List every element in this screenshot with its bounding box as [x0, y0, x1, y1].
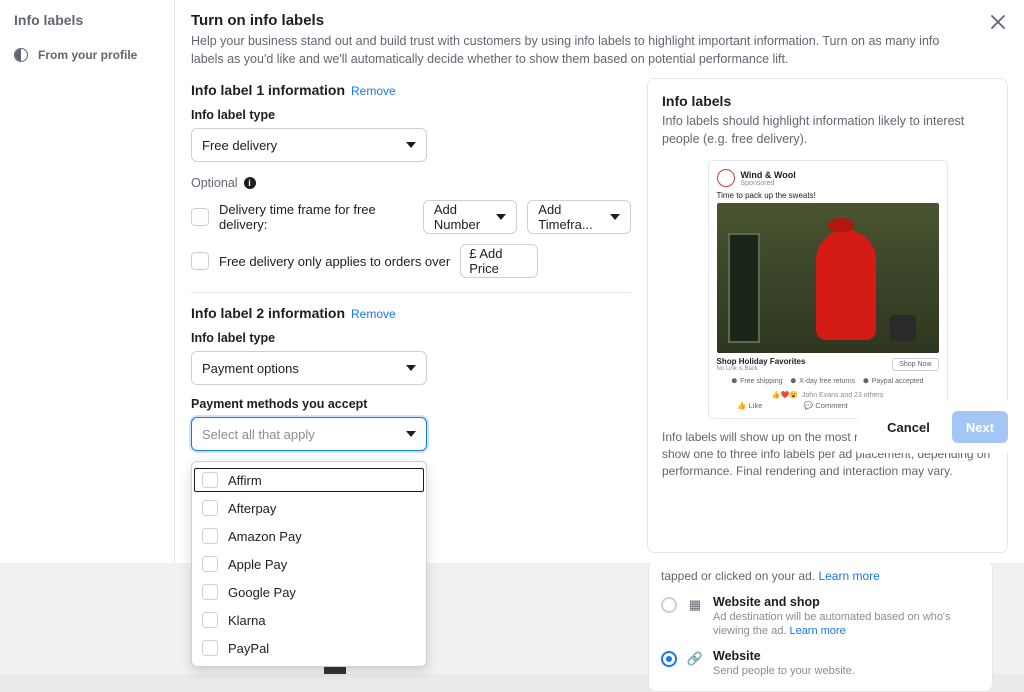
checkbox[interactable]: [202, 556, 218, 572]
modal-description: Help your business stand out and build t…: [191, 33, 971, 68]
payment-option-amazon-pay[interactable]: Amazon Pay: [192, 522, 426, 550]
chevron-down-icon: [406, 431, 416, 437]
checkbox[interactable]: [202, 528, 218, 544]
add-number-select[interactable]: Add Number: [423, 200, 517, 234]
remove-section-1[interactable]: Remove: [351, 84, 396, 98]
payment-option-klarna[interactable]: Klarna: [192, 606, 426, 634]
info-label-type-2-select[interactable]: Payment options: [191, 351, 427, 385]
next-button[interactable]: Next: [952, 411, 1008, 443]
ad-preview-card: Wind & Wool Sponsored Time to pack up th…: [708, 160, 948, 419]
payment-option-affirm[interactable]: Affirm: [192, 466, 426, 494]
radio-selected[interactable]: [661, 651, 677, 667]
checkbox[interactable]: [202, 472, 218, 488]
payment-methods-label: Payment methods you accept: [191, 397, 631, 411]
info-labels-modal: Info labels From your profile Turn on in…: [0, 0, 1024, 563]
info-label-type-1-select[interactable]: Free delivery: [191, 128, 427, 162]
preview-title: Info labels: [662, 93, 993, 109]
modal-header: Turn on info labels Help your business s…: [175, 0, 1024, 78]
label-type-2: Info label type: [191, 331, 631, 345]
payment-methods-select[interactable]: Select all that apply: [191, 417, 427, 451]
avatar: [717, 169, 735, 187]
section-1-header: Info label 1 information Remove: [191, 78, 631, 98]
sidebar-item-label: From your profile: [38, 48, 137, 62]
sidebar-item-from-profile[interactable]: From your profile: [10, 44, 164, 66]
delivery-time-label: Delivery time frame for free delivery:: [219, 202, 413, 232]
chevron-down-icon: [496, 214, 506, 220]
close-button[interactable]: [986, 10, 1010, 34]
learn-more-link[interactable]: Learn more: [818, 569, 879, 583]
learn-more-link-2[interactable]: Learn more: [789, 625, 845, 637]
chevron-down-icon: [406, 142, 416, 148]
remove-section-2[interactable]: Remove: [351, 307, 396, 321]
label-type-1: Info label type: [191, 108, 631, 122]
preview-panel: Info labels Info labels should highlight…: [647, 78, 1008, 553]
min-order-label: Free delivery only applies to orders ove…: [219, 254, 450, 269]
delivery-time-checkbox[interactable]: [191, 208, 209, 226]
payment-methods-dropdown[interactable]: Affirm Afterpay Amazon Pay Apple Pay Goo…: [191, 461, 427, 667]
half-circle-icon: [14, 48, 28, 62]
checkbox[interactable]: [202, 612, 218, 628]
close-icon: [990, 14, 1006, 30]
add-price-input[interactable]: £ Add Price: [460, 244, 538, 278]
payment-option-google-pay[interactable]: Google Pay: [192, 578, 426, 606]
shop-now-button: Shop Now: [892, 358, 938, 371]
destination-option-website-shop[interactable]: ▦ Website and shop Ad destination will b…: [661, 589, 980, 643]
radio-unselected[interactable]: [661, 597, 677, 613]
preview-desc: Info labels should highlight information…: [662, 113, 993, 148]
link-icon: 🔗: [687, 651, 703, 667]
checkbox[interactable]: [202, 500, 218, 516]
preview-image: [717, 203, 939, 353]
checkbox[interactable]: [202, 640, 218, 656]
optional-label: Optional: [191, 176, 238, 190]
chevron-down-icon: [610, 214, 620, 220]
checkbox[interactable]: [202, 584, 218, 600]
cancel-button[interactable]: Cancel: [873, 411, 944, 443]
payment-option-paypal[interactable]: PayPal: [192, 634, 426, 662]
info-icon[interactable]: i: [244, 177, 256, 189]
preview-info-labels: Free shipping X-day free returns Paypal …: [717, 378, 939, 385]
modal-title: Turn on info labels: [191, 12, 1008, 29]
modal-sidebar: Info labels From your profile: [0, 0, 175, 563]
shop-icon: ▦: [687, 597, 703, 613]
payment-option-afterpay[interactable]: Afterpay: [192, 494, 426, 522]
modal-footer: Cancel Next: [857, 401, 1024, 453]
background-destination-card: tapped or clicked on your ad. Learn more…: [648, 560, 993, 692]
add-timeframe-select[interactable]: Add Timefra...: [527, 200, 631, 234]
section-2-header: Info label 2 information Remove: [191, 292, 631, 321]
min-order-checkbox[interactable]: [191, 252, 209, 270]
payment-option-apple-pay[interactable]: Apple Pay: [192, 550, 426, 578]
destination-option-website[interactable]: 🔗 Website Send people to your website.: [661, 643, 980, 683]
chevron-down-icon: [406, 365, 416, 371]
sidebar-title: Info labels: [10, 12, 164, 28]
